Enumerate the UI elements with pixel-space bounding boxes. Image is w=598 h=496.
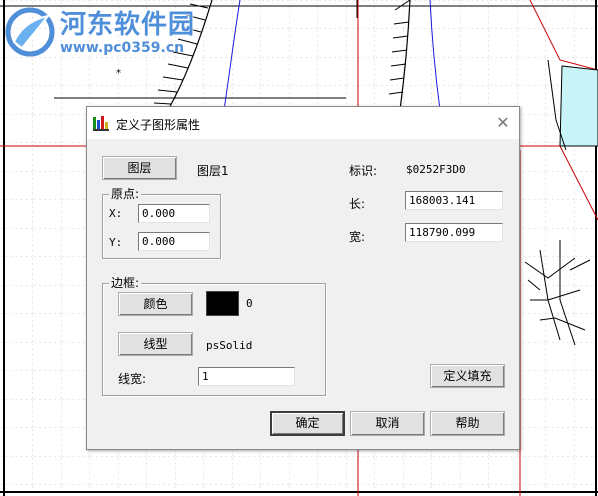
- linewidth-input[interactable]: 1: [198, 367, 295, 386]
- color-value: 0: [246, 297, 253, 310]
- define-fill-button[interactable]: 定义填充: [430, 364, 505, 388]
- origin-x-label: X:: [109, 207, 123, 220]
- linetype-value: psSolid: [206, 339, 253, 352]
- dialog-title: 定义子图形属性: [116, 118, 201, 132]
- linetype-button[interactable]: 线型: [118, 332, 193, 356]
- ok-button[interactable]: 确定: [270, 411, 345, 436]
- watermark-logo-icon: [5, 7, 55, 57]
- layer-value: 图层1: [197, 164, 229, 178]
- define-subgraph-properties-dialog: 定义子图形属性 ✕ 图层 图层1 原点: X: 0.000 Y: 0.000 标…: [86, 106, 520, 450]
- cancel-button[interactable]: 取消: [350, 411, 425, 436]
- length-field: 168003.141: [405, 191, 503, 210]
- id-label: 标识:: [349, 164, 378, 178]
- dialog-titlebar[interactable]: 定义子图形属性 ✕: [87, 107, 519, 139]
- watermark-title: 河东软件园: [60, 10, 196, 40]
- id-value: $0252F3D0: [406, 163, 466, 176]
- color-swatch[interactable]: [206, 291, 239, 316]
- app-icon: [93, 116, 109, 131]
- length-label: 长:: [349, 197, 366, 211]
- origin-x-input[interactable]: 0.000: [138, 204, 210, 223]
- color-button[interactable]: 颜色: [118, 292, 193, 316]
- close-icon[interactable]: ✕: [493, 113, 513, 133]
- layer-button[interactable]: 图层: [102, 156, 177, 180]
- origin-group-label: 原点:: [109, 187, 142, 201]
- width-label: 宽:: [349, 230, 366, 244]
- width-field: 118790.099: [405, 223, 503, 242]
- origin-y-label: Y:: [109, 236, 123, 249]
- svg-text:*: *: [116, 68, 121, 79]
- origin-y-input[interactable]: 0.000: [138, 232, 210, 251]
- help-button[interactable]: 帮助: [430, 411, 505, 436]
- linewidth-label: 线宽:: [118, 372, 147, 386]
- border-group-label: 边框:: [109, 276, 142, 290]
- watermark-url: www.pc0359.cn: [60, 40, 185, 56]
